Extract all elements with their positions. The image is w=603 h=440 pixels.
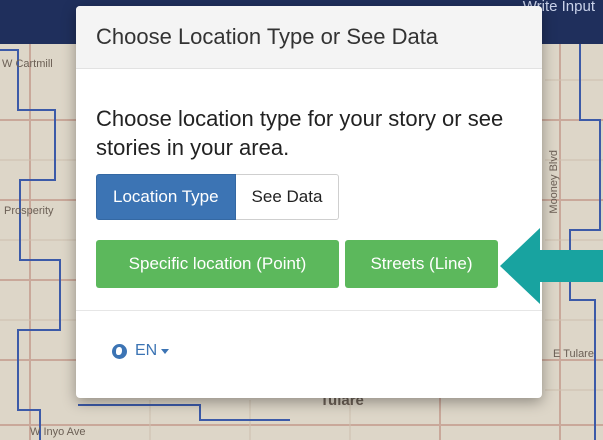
language-selector[interactable]: EN — [112, 342, 170, 360]
arrow-left-icon — [500, 228, 603, 304]
map-label-inyo: W Inyo Ave — [30, 426, 86, 438]
modal-divider — [76, 310, 542, 311]
tab-location-type[interactable]: Location Type — [96, 174, 236, 220]
map-label-mooney: Mooney Blvd — [548, 150, 560, 214]
specific-location-point-button[interactable]: Specific location (Point) — [96, 240, 339, 288]
modal-title: Choose Location Type or See Data — [96, 24, 439, 49]
mode-toggle-group: Location Type See Data — [96, 174, 340, 220]
tab-see-data[interactable]: See Data — [235, 174, 340, 220]
modal-prompt: Choose location type for your story or s… — [96, 106, 504, 160]
location-type-modal: Choose Location Type or See Data Choose … — [76, 6, 542, 398]
language-label: EN — [135, 342, 158, 359]
modal-header: Choose Location Type or See Data — [76, 6, 542, 69]
map-label-prosperity: Prosperity — [4, 205, 54, 217]
streets-line-button[interactable]: Streets (Line) — [345, 240, 498, 288]
map-label-cartmill: W Cartmill — [2, 58, 53, 70]
chevron-down-icon — [161, 348, 170, 354]
map-label-tulare-ave: E Tulare — [553, 348, 594, 360]
globe-icon — [112, 343, 127, 359]
